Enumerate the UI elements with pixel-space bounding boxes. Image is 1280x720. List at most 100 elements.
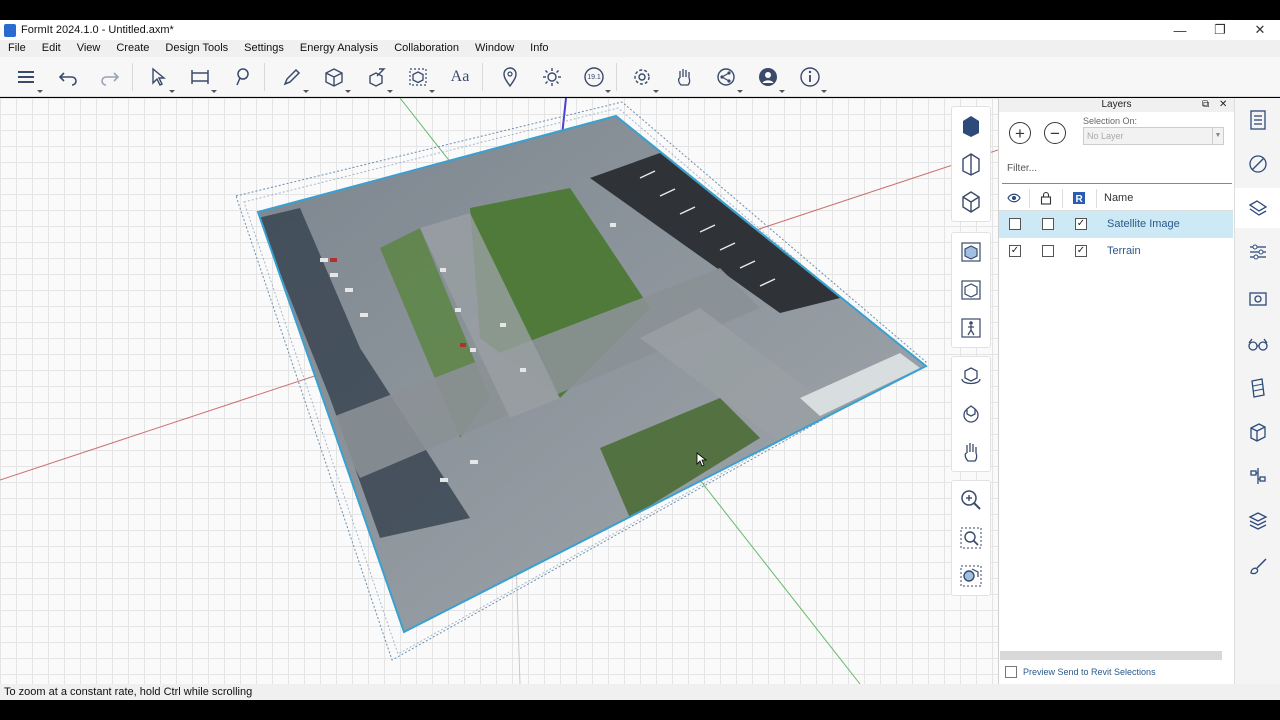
- layer-revit-checkbox[interactable]: ✓: [1075, 245, 1087, 257]
- levels-panel-button[interactable]: [1235, 368, 1280, 408]
- zoom-button[interactable]: [952, 481, 990, 519]
- navigation-group: [951, 356, 991, 472]
- layer-filter-input[interactable]: Filter...: [1002, 156, 1232, 184]
- group-button[interactable]: [404, 63, 435, 93]
- tools-button[interactable]: [362, 63, 393, 93]
- right-panel-strip: [1234, 98, 1280, 684]
- preview-checkbox[interactable]: [1005, 666, 1017, 678]
- layers-panel-header: Layers ⧉ ✕: [999, 98, 1234, 112]
- settings-button[interactable]: [628, 63, 659, 93]
- visibility-eye-icon[interactable]: [1007, 191, 1021, 205]
- menu-edit[interactable]: Edit: [34, 40, 69, 57]
- add-layer-button[interactable]: +: [1009, 122, 1031, 144]
- lock-icon[interactable]: [1040, 191, 1052, 205]
- layer-visible-checkbox[interactable]: [1009, 218, 1021, 230]
- undo-button[interactable]: [54, 63, 82, 91]
- orthographic-button[interactable]: [952, 271, 990, 309]
- iso-cube-icon: [962, 191, 980, 213]
- layer-lock-checkbox[interactable]: [1042, 245, 1054, 257]
- name-column-header[interactable]: Name: [1104, 192, 1133, 204]
- perspective-button[interactable]: [952, 233, 990, 271]
- menu-window[interactable]: Window: [467, 40, 522, 57]
- selection-layer-dropdown[interactable]: No Layer ▼: [1083, 127, 1224, 145]
- window-title: FormIt 2024.1.0 - Untitled.axm*: [21, 24, 174, 36]
- sun-shadows-button[interactable]: [538, 63, 566, 91]
- chevron-down-icon: ▼: [1212, 128, 1223, 144]
- menu-design-tools[interactable]: Design Tools: [157, 40, 236, 57]
- horizontal-scrollbar[interactable]: [1000, 651, 1222, 660]
- selection-layer-value: No Layer: [1087, 131, 1124, 141]
- zoom-group: [951, 480, 991, 596]
- iso-view-button[interactable]: [952, 183, 990, 221]
- location-button[interactable]: [496, 63, 524, 91]
- library-panel-button[interactable]: [1235, 500, 1280, 540]
- layer-name: Terrain: [1107, 245, 1141, 257]
- groups-panel-button[interactable]: [1235, 412, 1280, 452]
- menu-collaboration[interactable]: Collaboration: [386, 40, 467, 57]
- front-view-button[interactable]: [952, 145, 990, 183]
- paint-tool-button[interactable]: [228, 63, 256, 91]
- scene-canvas[interactable]: [0, 98, 998, 684]
- redo-button[interactable]: [96, 63, 124, 91]
- zoom-extents-button[interactable]: [952, 557, 990, 595]
- library-stack-icon: [1248, 512, 1268, 530]
- node-graph-icon: [1250, 468, 1266, 484]
- share-button[interactable]: [712, 63, 743, 93]
- layer-lock-checkbox[interactable]: [1042, 218, 1054, 230]
- menu-view[interactable]: View: [69, 40, 109, 57]
- visibility-panel-button[interactable]: [1235, 324, 1280, 364]
- orbit-button[interactable]: [952, 357, 990, 395]
- look-around-button[interactable]: [952, 395, 990, 433]
- restore-button[interactable]: ❐: [1200, 20, 1240, 40]
- visual-styles-button[interactable]: [1235, 232, 1280, 272]
- text-tool-label: Aa: [450, 68, 470, 85]
- plugin-brush-icon: [1250, 558, 1267, 575]
- svg-text:R: R: [1076, 194, 1084, 205]
- walkthrough-button[interactable]: [952, 309, 990, 347]
- remove-layer-button[interactable]: −: [1044, 122, 1066, 144]
- zoom-window-icon: [960, 527, 982, 549]
- select-tool-button[interactable]: [144, 63, 175, 93]
- properties-panel-button[interactable]: [1235, 100, 1280, 140]
- info-button[interactable]: [796, 63, 827, 93]
- measure-tool-button[interactable]: [186, 63, 217, 93]
- 3d-viewport[interactable]: [0, 98, 998, 684]
- level-button[interactable]: 19.1: [580, 63, 611, 93]
- close-button[interactable]: ✕: [1240, 20, 1280, 40]
- revit-send-icon[interactable]: R: [1072, 191, 1086, 205]
- text-tool-button[interactable]: Aa: [446, 63, 474, 91]
- layer-visible-checkbox[interactable]: ✓: [1009, 245, 1021, 257]
- zoom-window-button[interactable]: [952, 519, 990, 557]
- plugins-panel-button[interactable]: [1235, 546, 1280, 586]
- pan-button[interactable]: [952, 433, 990, 471]
- panel-close-icon[interactable]: ✕: [1219, 99, 1227, 111]
- layers-panel-title: Layers: [1101, 99, 1132, 110]
- home-view-button[interactable]: [952, 107, 990, 145]
- share-network-icon: [717, 68, 735, 86]
- account-button[interactable]: [754, 63, 785, 93]
- draw-line-button[interactable]: [278, 63, 309, 93]
- gestures-button[interactable]: [670, 63, 698, 91]
- undock-icon[interactable]: ⧉: [1202, 99, 1209, 111]
- layer-row-terrain[interactable]: ✓ ✓ Terrain: [999, 238, 1233, 265]
- menu-info[interactable]: Info: [522, 40, 556, 57]
- menu-energy-analysis[interactable]: Energy Analysis: [292, 40, 386, 57]
- scenes-panel-button[interactable]: [1235, 278, 1280, 318]
- layer-row-satellite-image[interactable]: ✓ Satellite Image: [999, 211, 1233, 238]
- primitives-button[interactable]: [320, 63, 351, 93]
- main-menu-button[interactable]: [12, 63, 43, 93]
- dynamo-panel-button[interactable]: [1235, 456, 1280, 496]
- tape-measure-icon: [191, 70, 209, 84]
- sun-icon: [543, 68, 561, 86]
- gear-icon: [634, 69, 650, 85]
- materials-panel-button[interactable]: [1235, 144, 1280, 184]
- layer-revit-checkbox[interactable]: ✓: [1075, 218, 1087, 230]
- layers-panel: Layers ⧉ ✕ + − Selection On: No Layer ▼ …: [998, 98, 1234, 684]
- menu-settings[interactable]: Settings: [236, 40, 292, 57]
- menu-file[interactable]: File: [0, 40, 34, 57]
- minimize-button[interactable]: —: [1160, 20, 1200, 40]
- ortho-cube-icon: [961, 280, 981, 300]
- menu-create[interactable]: Create: [108, 40, 157, 57]
- layers-panel-button[interactable]: [1235, 188, 1280, 228]
- preview-send-to-revit-option[interactable]: Preview Send to Revit Selections: [1005, 666, 1156, 678]
